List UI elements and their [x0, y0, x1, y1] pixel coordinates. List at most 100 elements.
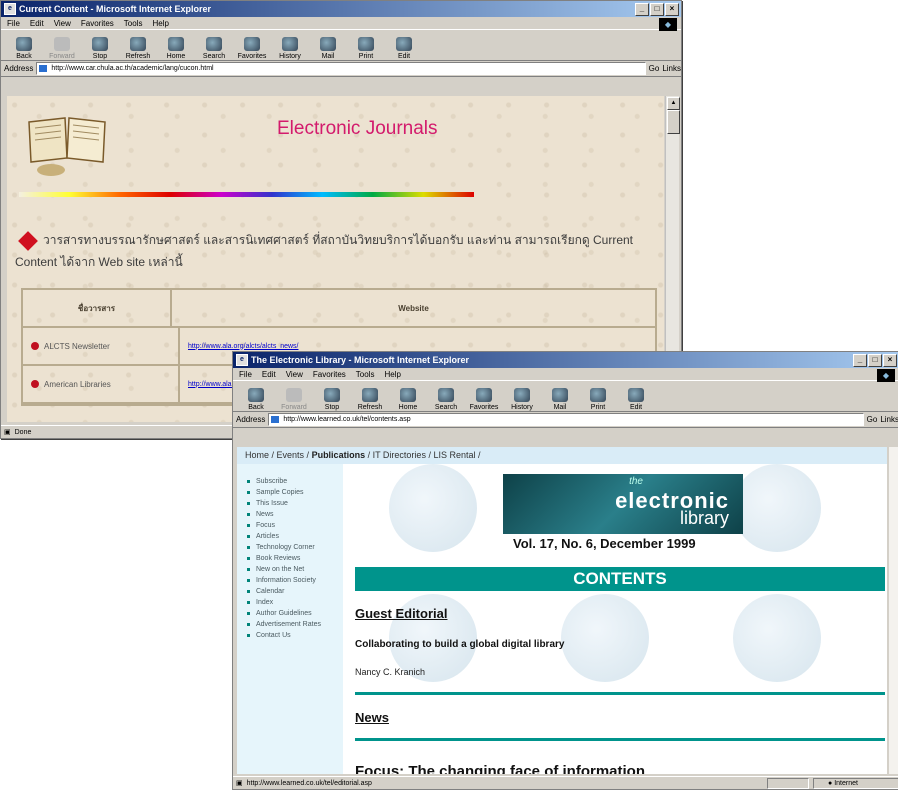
history-button[interactable]: History: [505, 388, 539, 411]
menu-view[interactable]: View: [286, 370, 303, 379]
back-button[interactable]: Back: [239, 388, 273, 411]
breadcrumb-home[interactable]: Home: [245, 450, 269, 460]
mail-button[interactable]: Mail: [311, 37, 345, 60]
print-button[interactable]: Print: [581, 388, 615, 411]
bullet-icon: [31, 342, 39, 350]
stop-button[interactable]: Stop: [315, 388, 349, 411]
favorites-button[interactable]: Favorites: [235, 37, 269, 60]
bullet-icon: [247, 491, 250, 494]
stop-button[interactable]: Stop: [83, 37, 117, 60]
section-guest-editorial[interactable]: Guest Editorial: [355, 606, 447, 621]
menu-help[interactable]: Help: [384, 370, 400, 379]
menu-bar: File Edit View Favorites Tools Help ◆: [233, 368, 898, 382]
go-button[interactable]: Go: [867, 415, 878, 424]
links-button[interactable]: Links: [662, 64, 681, 73]
mail-button[interactable]: Mail: [543, 388, 577, 411]
window-title: The Electronic Library - Microsoft Inter…: [251, 355, 470, 365]
breadcrumb-publications[interactable]: Publications: [312, 450, 366, 460]
print-icon: [358, 37, 374, 51]
go-button[interactable]: Go: [649, 64, 660, 73]
minimize-button[interactable]: _: [853, 353, 867, 367]
menu-tools[interactable]: Tools: [124, 19, 143, 28]
sidebar-item-subscribe[interactable]: Subscribe: [237, 478, 333, 486]
main-content: the electronic library Vol. 17, No. 6, D…: [343, 464, 887, 774]
sidebar-item-index[interactable]: Index: [237, 599, 333, 607]
bullet-icon: [247, 634, 250, 637]
bullet-icon: [247, 502, 250, 505]
ie-icon: e: [4, 3, 16, 15]
close-button[interactable]: ×: [665, 2, 679, 16]
section-news[interactable]: News: [355, 710, 389, 725]
sidebar-item-author-guidelines[interactable]: Author Guidelines: [237, 610, 333, 618]
print-button[interactable]: Print: [349, 37, 383, 60]
contents-banner: CONTENTS: [355, 567, 885, 591]
address-label: Address: [4, 64, 34, 73]
breadcrumb-lis-rental[interactable]: LIS Rental: [433, 450, 475, 460]
diamond-bullet-icon: [18, 230, 38, 251]
sidebar-item-news[interactable]: News: [237, 511, 333, 519]
home-button[interactable]: Home: [391, 388, 425, 411]
menu-tools[interactable]: Tools: [356, 370, 375, 379]
edit-button[interactable]: Edit: [387, 37, 421, 60]
address-bar: Address http://www.car.chula.ac.th/acade…: [1, 61, 681, 77]
history-button[interactable]: History: [273, 37, 307, 60]
favorites-button[interactable]: Favorites: [467, 388, 501, 411]
forward-button[interactable]: Forward: [277, 388, 311, 411]
sidebar-item-sample-copies[interactable]: Sample Copies: [237, 489, 333, 497]
toolbar: Back Forward Stop Refresh Home Search Fa…: [233, 380, 898, 412]
address-bar: Address http://www.learned.co.uk/tel/con…: [233, 412, 898, 428]
sidebar-item-articles[interactable]: Articles: [237, 533, 333, 541]
article-title[interactable]: Collaborating to build a global digital …: [355, 639, 564, 650]
address-input[interactable]: http://www.learned.co.uk/tel/contents.as…: [268, 413, 864, 426]
bullet-icon: [247, 480, 250, 483]
menu-help[interactable]: Help: [152, 19, 168, 28]
search-button[interactable]: Search: [429, 388, 463, 411]
browser-window-electronic-library: e The Electronic Library - Microsoft Int…: [232, 351, 898, 790]
sidebar-item-information-society[interactable]: Information Society: [237, 577, 333, 585]
sidebar-item-contact-us[interactable]: Contact Us: [237, 632, 333, 640]
forward-button[interactable]: Forward: [45, 37, 79, 60]
print-icon: [590, 388, 606, 402]
menu-file[interactable]: File: [7, 19, 20, 28]
journal-name-cell: American Libraries: [23, 366, 180, 402]
forward-icon: [286, 388, 302, 402]
maximize-button[interactable]: □: [650, 2, 664, 16]
scroll-up-arrow-icon[interactable]: ▲: [667, 97, 680, 110]
sidebar-item-book-reviews[interactable]: Book Reviews: [237, 555, 333, 563]
sidebar-item-calendar[interactable]: Calendar: [237, 588, 333, 596]
minimize-button[interactable]: _: [635, 2, 649, 16]
sidebar-item-new-on-the-net[interactable]: New on the Net: [237, 566, 333, 574]
page-content: Home / Events / Publications / IT Direct…: [237, 447, 887, 774]
menu-edit[interactable]: Edit: [30, 19, 44, 28]
refresh-button[interactable]: Refresh: [121, 37, 155, 60]
back-button[interactable]: Back: [7, 37, 41, 60]
search-icon: [438, 388, 454, 402]
title-bar: e Current Content - Microsoft Internet E…: [1, 1, 681, 17]
sidebar-item-technology-corner[interactable]: Technology Corner: [237, 544, 333, 552]
journal-link[interactable]: http://www.ala.org/alcts/alcts_news/: [188, 343, 299, 350]
section-focus[interactable]: Focus: The changing face of information: [355, 763, 645, 774]
menu-view[interactable]: View: [54, 19, 71, 28]
sidebar-item-advertisement-rates[interactable]: Advertisement Rates: [237, 621, 333, 629]
stop-icon: [324, 388, 340, 402]
ie-icon: e: [236, 354, 248, 366]
menu-edit[interactable]: Edit: [262, 370, 276, 379]
close-button[interactable]: ×: [883, 353, 897, 367]
bullet-icon: [247, 557, 250, 560]
breadcrumb-events[interactable]: Events: [277, 450, 305, 460]
menu-favorites[interactable]: Favorites: [313, 370, 346, 379]
sidebar-item-focus[interactable]: Focus: [237, 522, 333, 530]
links-button[interactable]: Links: [880, 415, 898, 424]
home-button[interactable]: Home: [159, 37, 193, 60]
breadcrumb-it-directories[interactable]: IT Directories: [373, 450, 426, 460]
menu-favorites[interactable]: Favorites: [81, 19, 114, 28]
sidebar-item-this-issue[interactable]: This Issue: [237, 500, 333, 508]
scroll-thumb[interactable]: [667, 110, 680, 134]
maximize-button[interactable]: □: [868, 353, 882, 367]
search-button[interactable]: Search: [197, 37, 231, 60]
address-input[interactable]: http://www.car.chula.ac.th/academic/lang…: [36, 62, 646, 75]
refresh-button[interactable]: Refresh: [353, 388, 387, 411]
edit-button[interactable]: Edit: [619, 388, 653, 411]
vertical-scrollbar[interactable]: [889, 447, 898, 774]
menu-file[interactable]: File: [239, 370, 252, 379]
